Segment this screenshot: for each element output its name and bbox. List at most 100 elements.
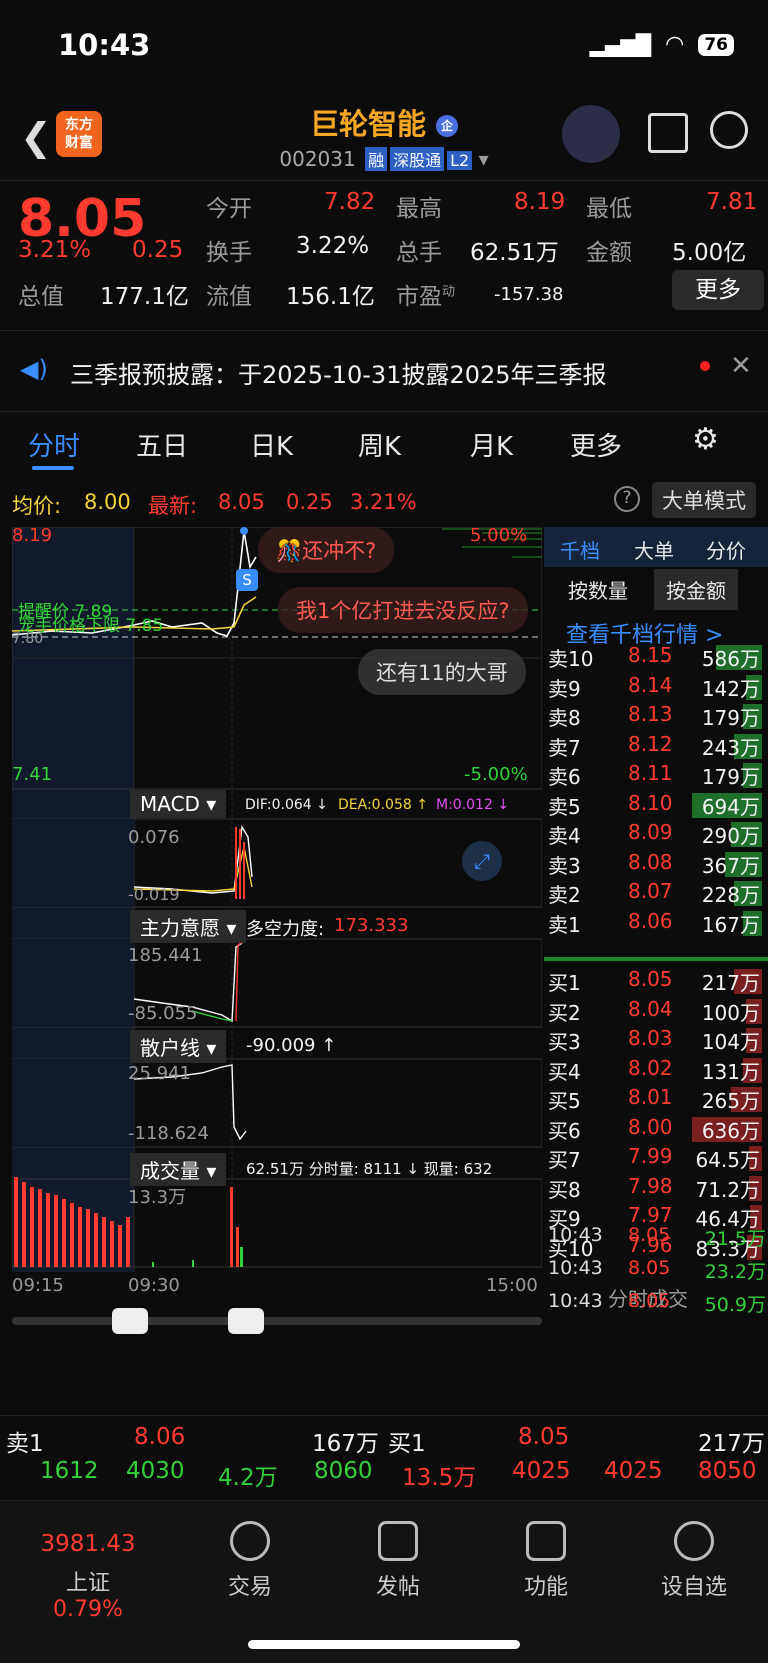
bid-volume: 104万 xyxy=(701,1030,760,1054)
notice-text: 三季报预披露：于2025-10-31披露2025年三季报 xyxy=(70,361,607,389)
volume-desc: 62.51万 分时量: 8111 ↓ 现量: 632 xyxy=(246,1160,493,1178)
mcap-label: 总值 xyxy=(18,284,64,310)
search-icon[interactable] xyxy=(710,111,748,149)
main-force-select[interactable]: 主力意愿 ▾ xyxy=(130,910,247,943)
time-start: 09:15 xyxy=(12,1275,64,1296)
tab-intraday[interactable]: 分时 xyxy=(28,426,80,463)
tab-big-order[interactable]: 大单 xyxy=(634,535,674,564)
s-marker-icon[interactable]: S xyxy=(236,569,258,591)
bid-row[interactable]: 买1 8.05 217万 xyxy=(548,967,768,996)
change-pct: 3.21% xyxy=(18,237,92,263)
bid-row[interactable]: 买7 7.99 64.5万 xyxy=(548,1144,768,1173)
nav-trade[interactable]: 交易 xyxy=(190,1521,310,1601)
bid-level: 买6 xyxy=(548,1118,581,1143)
ask-row[interactable]: 卖7 8.12 243万 xyxy=(548,732,768,761)
bid-price: 8.02 xyxy=(628,1055,673,1080)
tab-price-dist[interactable]: 分价 xyxy=(706,535,746,564)
ask-row[interactable]: 卖9 8.14 142万 xyxy=(548,673,768,702)
index-pct: 0.79% xyxy=(53,1597,123,1622)
caret-down-icon: ▾ xyxy=(478,147,489,171)
volume-label: 总手 xyxy=(396,240,442,266)
macd-select[interactable]: MACD ▾ xyxy=(130,790,227,818)
bid-row[interactable]: 买3 8.03 104万 xyxy=(548,1026,768,1055)
ask-volume: 694万 xyxy=(701,794,760,819)
tab-monthly[interactable]: 月K xyxy=(470,426,513,463)
ask-row[interactable]: 卖5 8.10 694万 xyxy=(548,791,768,820)
retail-bottom: -118.624 xyxy=(128,1123,209,1144)
nav-post[interactable]: 发帖 xyxy=(338,1521,458,1601)
retail-line-value: -90.009 ↑ xyxy=(246,1035,337,1056)
ask-level: 卖8 xyxy=(548,706,581,730)
ask-row[interactable]: 卖10 8.15 586万 xyxy=(548,643,768,672)
chart-low-pct: -5.00% xyxy=(464,764,528,785)
bid-row[interactable]: 买2 8.04 100万 xyxy=(548,997,768,1026)
tab-weekly[interactable]: 周K xyxy=(358,426,401,463)
bid-price: 8.04 xyxy=(628,996,673,1021)
volume-select[interactable]: 成交量 ▾ xyxy=(130,1153,227,1186)
status-bar: 10:43 ▂▄▆█ ◠ 76 xyxy=(0,0,768,95)
retail-line-select[interactable]: 散户线 ▾ xyxy=(130,1030,227,1063)
notice-bar[interactable]: ◀) 三季报预披露：于2025-10-31披露2025年三季报 ✕ xyxy=(0,330,768,412)
comment-bubble-3[interactable]: 还有11的大哥 xyxy=(358,649,526,695)
float-cap-value: 156.1亿 xyxy=(286,284,375,310)
chart-high-pct: 5.00% xyxy=(470,525,528,546)
tick-time: 10:43 xyxy=(548,1224,603,1246)
retail-line-label: 散户线 xyxy=(140,1036,200,1060)
tick-row: 10:43 8.05 23.2万 xyxy=(548,1257,768,1283)
amount-value: 5.00亿 xyxy=(672,240,747,266)
tick-list: 10:43 8.05 21.5万 10:43 8.05 23.2万 10:43 8.05 50.… xyxy=(548,1224,768,1416)
ask-level: 卖9 xyxy=(548,676,581,701)
bid-row[interactable]: 买6 8.00 636万 xyxy=(548,1115,768,1144)
low-value: 7.81 xyxy=(706,189,758,215)
last-label: 最新: xyxy=(148,494,198,518)
stock-code: 002031 xyxy=(279,147,356,171)
tab-5day[interactable]: 五日 xyxy=(136,426,188,463)
macd-m: M:0.012 ↓ xyxy=(436,797,510,813)
bid-row[interactable]: 买5 8.01 265万 xyxy=(548,1085,768,1114)
yen-icon xyxy=(230,1521,270,1561)
ask-volume: 179万 xyxy=(701,706,760,730)
tab-more[interactable]: 更多 xyxy=(570,426,622,463)
ask-row[interactable]: 卖6 8.11 179万 xyxy=(548,761,768,790)
tab-daily[interactable]: 日K xyxy=(250,426,293,463)
bid-row[interactable]: 买4 8.02 131万 xyxy=(548,1056,768,1085)
ask-price: 8.11 xyxy=(628,761,673,785)
ask-volume: 179万 xyxy=(701,765,760,789)
index-ticker[interactable]: 3981.43 上证 0.79% xyxy=(28,1531,148,1622)
by-quantity-button[interactable]: 按数量 xyxy=(568,575,628,604)
comment-bubble-2[interactable]: 我1个亿打进去没反应? xyxy=(278,587,528,633)
ask-row[interactable]: 卖3 8.08 367万 xyxy=(548,850,768,879)
settings-gear-icon[interactable]: ⚙ xyxy=(692,422,719,457)
signal-icon: ▂▄▆█ xyxy=(589,32,652,57)
expand-icon[interactable]: ⤢ xyxy=(462,841,502,881)
share-icon[interactable] xyxy=(648,113,688,153)
nav-functions[interactable]: 功能 xyxy=(486,1521,606,1601)
ask-level: 卖2 xyxy=(548,883,581,907)
home-indicator xyxy=(248,1640,520,1649)
ask-volume: 243万 xyxy=(701,735,760,760)
ask-price: 8.07 xyxy=(628,879,673,903)
bid-level: 买1 xyxy=(548,971,581,995)
more-button[interactable]: 更多 xyxy=(672,270,764,310)
by-amount-button[interactable]: 按金额 xyxy=(654,569,738,610)
assistant-robot-icon[interactable] xyxy=(562,105,620,163)
ask-row[interactable]: 卖1 8.06 167万 xyxy=(548,909,768,938)
ask-row[interactable]: 卖2 8.07 228万 xyxy=(548,879,768,908)
speaker-icon: ◀) xyxy=(20,355,48,383)
bid-price: 8.00 xyxy=(628,1114,673,1139)
close-icon[interactable]: ✕ xyxy=(730,351,752,381)
ask-row[interactable]: 卖4 8.09 290万 xyxy=(548,820,768,849)
nav-watchlist[interactable]: 设自选 xyxy=(634,1521,754,1601)
ask-row[interactable]: 卖8 8.13 179万 xyxy=(548,702,768,731)
bid-level: 买2 xyxy=(548,1000,581,1025)
comment-bubble-1[interactable]: 🎊还冲不? xyxy=(258,527,395,573)
big-order-mode-button[interactable]: 大单模式 xyxy=(652,482,756,518)
ask-volume: 142万 xyxy=(701,676,760,701)
tab-depth[interactable]: 千档 xyxy=(560,535,600,564)
intraday-chart[interactable]: 8.19 5.00% 7.41 -5.00% 提醒价 7.89 宠手价格下限 7… xyxy=(12,525,542,1347)
ask-level: 卖6 xyxy=(548,765,581,789)
help-icon[interactable]: ? xyxy=(614,486,640,512)
stat-1: 1612 xyxy=(40,1458,99,1484)
bid-row[interactable]: 买8 7.98 71.2万 xyxy=(548,1174,768,1203)
ask-price: 8.08 xyxy=(628,849,673,874)
